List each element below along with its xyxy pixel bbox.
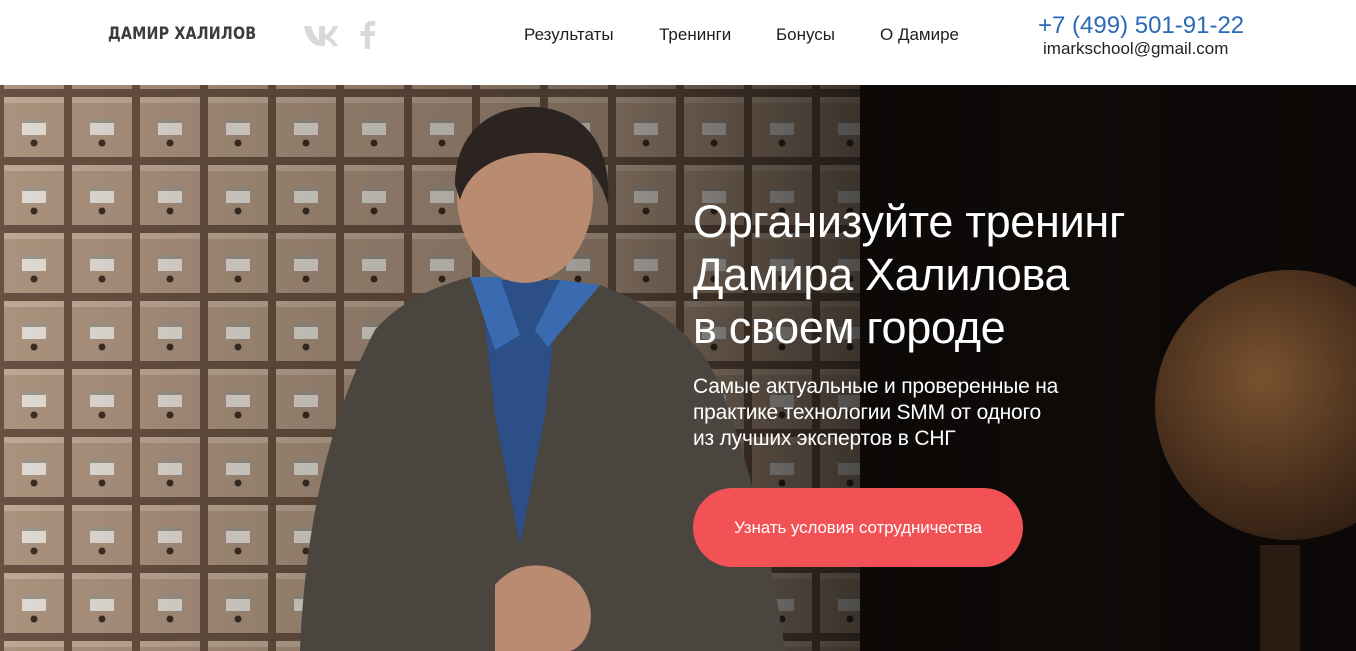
- nav-item-about[interactable]: О Дамире: [880, 25, 959, 45]
- phone-link[interactable]: +7 (499) 501-91-22: [1038, 12, 1244, 40]
- nav-item-bonuses[interactable]: Бонусы: [776, 25, 835, 45]
- cooperation-terms-button[interactable]: Узнать условия сотрудничества: [693, 488, 1023, 567]
- vk-icon[interactable]: [303, 19, 339, 49]
- nav-item-results[interactable]: Результаты: [524, 25, 614, 45]
- hero-subtitle: Самые актуальные и проверенные на практи…: [693, 374, 1058, 452]
- hero-subtitle-line: практике технологии SMM от одного: [693, 401, 1042, 424]
- hero-title-line: в своем городе: [693, 302, 1006, 353]
- site-header: ДАМИР ХАЛИЛОВ Результаты Тренинги Бонусы…: [0, 0, 1356, 85]
- hero-subtitle-line: Самые актуальные и проверенные на: [693, 375, 1059, 398]
- hero-background-image: [0, 85, 1356, 651]
- hero-title: Организуйте тренинг Дамира Халилова в св…: [693, 195, 1125, 354]
- site-logo[interactable]: ДАМИР ХАЛИЛОВ: [108, 24, 256, 44]
- hero-subtitle-line: из лучших экспертов в СНГ: [693, 427, 956, 450]
- hero-section: Организуйте тренинг Дамира Халилова в св…: [0, 85, 1356, 651]
- facebook-icon[interactable]: [358, 19, 376, 49]
- email-link[interactable]: imarkschool@gmail.com: [1043, 39, 1228, 59]
- hero-title-line: Организуйте тренинг: [693, 196, 1126, 247]
- hero-title-line: Дамира Халилова: [693, 249, 1070, 300]
- nav-item-trainings[interactable]: Тренинги: [659, 25, 731, 45]
